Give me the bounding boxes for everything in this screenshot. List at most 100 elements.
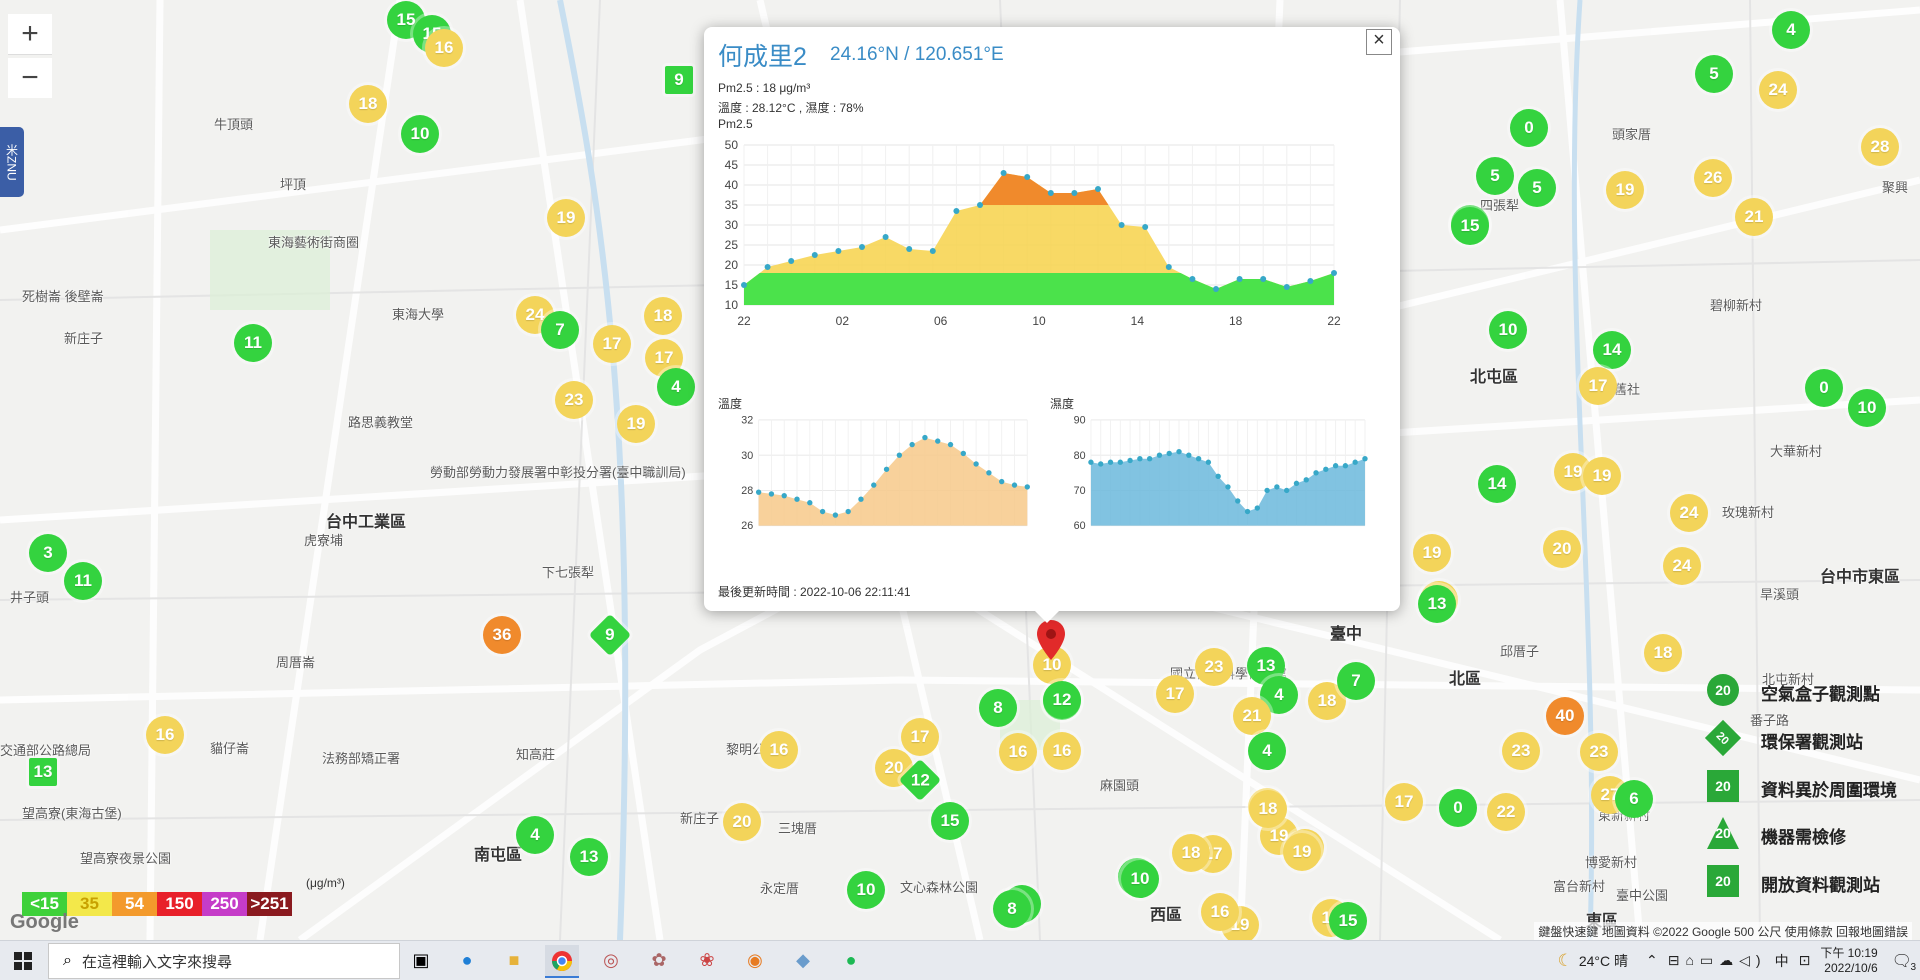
keyboard-icon[interactable]: ⊡ [1799, 952, 1811, 969]
app-icon-4[interactable]: ◆ [786, 945, 820, 976]
airbox-marker[interactable]: 20 [1543, 530, 1581, 568]
airbox-marker[interactable]: 19 [1413, 534, 1451, 572]
open-data-station-marker[interactable]: 13 [29, 758, 57, 786]
airbox-marker[interactable]: 16 [1201, 893, 1239, 931]
airbox-marker[interactable]: 15 [931, 802, 969, 840]
airbox-marker[interactable]: 12 [1043, 681, 1081, 719]
airbox-marker[interactable]: 7 [1337, 662, 1375, 700]
airbox-marker[interactable]: 26 [1694, 159, 1732, 197]
airbox-marker[interactable]: 17 [1385, 783, 1423, 821]
airbox-marker[interactable]: 5 [1476, 157, 1514, 195]
notification-icon[interactable]: 🗨 3 [1892, 951, 1916, 973]
airbox-marker[interactable]: 10 [1121, 860, 1159, 898]
airbox-marker[interactable]: 11 [234, 324, 272, 362]
tray-icons[interactable]: ⊟⌂▭☁◁) [1668, 952, 1767, 969]
airbox-marker[interactable]: 18 [644, 297, 682, 335]
task-view-icon[interactable]: ▣ [404, 945, 438, 976]
clock[interactable]: 下午 10:19 2022/10/6 [1820, 946, 1877, 976]
airbox-marker[interactable]: 21 [1735, 198, 1773, 236]
airbox-marker[interactable]: 19 [617, 405, 655, 443]
close-button[interactable]: × [1366, 29, 1392, 55]
app-icon-1[interactable]: ◎ [594, 945, 628, 976]
airbox-marker[interactable]: 23 [1195, 648, 1233, 686]
airbox-marker[interactable]: 19 [547, 199, 585, 237]
side-tab[interactable]: 米ZNU [0, 127, 24, 197]
map-place-label: 富台新村 [1553, 879, 1606, 894]
airbox-marker[interactable]: 6 [1615, 780, 1653, 818]
airbox-marker[interactable]: 14 [1478, 465, 1516, 503]
airbox-marker[interactable]: 36 [483, 616, 521, 654]
file-explorer-icon[interactable]: ■ [497, 945, 531, 976]
airbox-marker[interactable]: 10 [401, 115, 439, 153]
airbox-marker[interactable]: 24 [1670, 494, 1708, 532]
airbox-marker[interactable]: 5 [1518, 169, 1556, 207]
airbox-marker[interactable]: 40 [1546, 697, 1584, 735]
airbox-marker[interactable]: 0 [1805, 369, 1843, 407]
start-button[interactable] [0, 941, 46, 980]
airbox-marker[interactable]: 7 [541, 311, 579, 349]
airbox-marker[interactable]: 17 [901, 718, 939, 756]
airbox-marker[interactable]: 3 [29, 534, 67, 572]
airbox-marker[interactable]: 10 [1848, 389, 1886, 427]
app-icon-3[interactable]: ❀ [690, 945, 724, 976]
airbox-marker[interactable]: 11 [64, 562, 102, 600]
airbox-marker[interactable]: 16 [999, 733, 1037, 771]
taskbar-search[interactable]: ⌕ 在這裡輸入文字來搜尋 [48, 943, 400, 979]
airbox-marker[interactable]: 15 [1329, 902, 1367, 940]
airbox-marker[interactable]: 15 [1451, 207, 1489, 245]
airbox-marker[interactable]: 19 [1606, 171, 1644, 209]
airbox-marker[interactable]: 10 [847, 871, 885, 909]
ime-indicator[interactable]: 中 [1775, 951, 1789, 971]
airbox-marker[interactable]: 17 [1579, 367, 1617, 405]
airbox-marker[interactable]: 23 [1502, 732, 1540, 770]
zoom-out-button[interactable]: − [8, 58, 52, 98]
airbox-marker[interactable]: 20 [723, 803, 761, 841]
airbox-marker[interactable]: 5 [1695, 55, 1733, 93]
location-pin-icon[interactable] [1037, 620, 1065, 660]
airbox-marker[interactable]: 4 [1248, 732, 1286, 770]
airbox-marker[interactable]: 18 [1172, 834, 1210, 872]
data-point [1205, 459, 1212, 465]
airbox-marker[interactable]: 23 [1580, 733, 1618, 771]
zoom-in-button[interactable]: + [8, 14, 52, 55]
airbox-marker[interactable]: 0 [1510, 109, 1548, 147]
airbox-marker[interactable]: 4 [516, 816, 554, 854]
airbox-marker[interactable]: 18 [349, 85, 387, 123]
blender-icon[interactable]: ◉ [738, 945, 772, 976]
spotify-icon[interactable]: ● [834, 945, 868, 976]
airbox-marker[interactable]: 4 [1772, 11, 1810, 49]
map-attribution[interactable]: 鍵盤快速鍵 地圖資料 ©2022 Google 500 公尺 使用條款 回報地圖… [1534, 922, 1912, 940]
map-canvas[interactable]: 牛頂頭 坪頂 東海藝術街商圈 死樹崙 後壁崙 新庄子 東海大學 路思義教堂 台中工業區 虎寮埔下… [0, 0, 1920, 940]
weather-text[interactable]: 24°C 晴 [1579, 951, 1628, 971]
airbox-marker[interactable]: 14 [1593, 331, 1631, 369]
airbox-marker[interactable]: 8 [993, 890, 1031, 928]
airbox-marker[interactable]: 19 [1583, 457, 1621, 495]
airbox-marker[interactable]: 0 [1439, 789, 1477, 827]
tray-chevron-icon[interactable]: ⌃ [1646, 952, 1658, 969]
airbox-marker[interactable]: 18 [1249, 790, 1287, 828]
airbox-marker[interactable]: 17 [593, 325, 631, 363]
airbox-marker[interactable]: 28 [1861, 128, 1899, 166]
airbox-marker[interactable]: 23 [555, 381, 593, 419]
airbox-marker[interactable]: 21 [1233, 697, 1271, 735]
app-icon-2[interactable]: ✿ [642, 945, 676, 976]
airbox-marker[interactable]: 10 [1489, 311, 1527, 349]
airbox-marker[interactable]: 16 [1043, 732, 1081, 770]
airbox-marker[interactable]: 16 [425, 29, 463, 67]
edge-icon[interactable]: ● [450, 945, 484, 976]
airbox-marker[interactable]: 4 [657, 368, 695, 406]
weather-moon-icon[interactable]: ☾ [1558, 951, 1573, 971]
airbox-marker[interactable]: 19 [1283, 833, 1321, 871]
airbox-marker[interactable]: 16 [146, 716, 184, 754]
open-data-station-marker[interactable]: 9 [665, 66, 693, 94]
chrome-icon[interactable] [545, 945, 579, 978]
airbox-marker[interactable]: 17 [1156, 675, 1194, 713]
airbox-marker[interactable]: 8 [979, 689, 1017, 727]
airbox-marker[interactable]: 18 [1644, 634, 1682, 672]
airbox-marker[interactable]: 13 [570, 838, 608, 876]
airbox-marker[interactable]: 22 [1487, 793, 1525, 831]
airbox-marker[interactable]: 24 [1663, 547, 1701, 585]
airbox-marker[interactable]: 24 [1759, 71, 1797, 109]
airbox-marker[interactable]: 13 [1418, 585, 1456, 623]
airbox-marker[interactable]: 16 [760, 731, 798, 769]
